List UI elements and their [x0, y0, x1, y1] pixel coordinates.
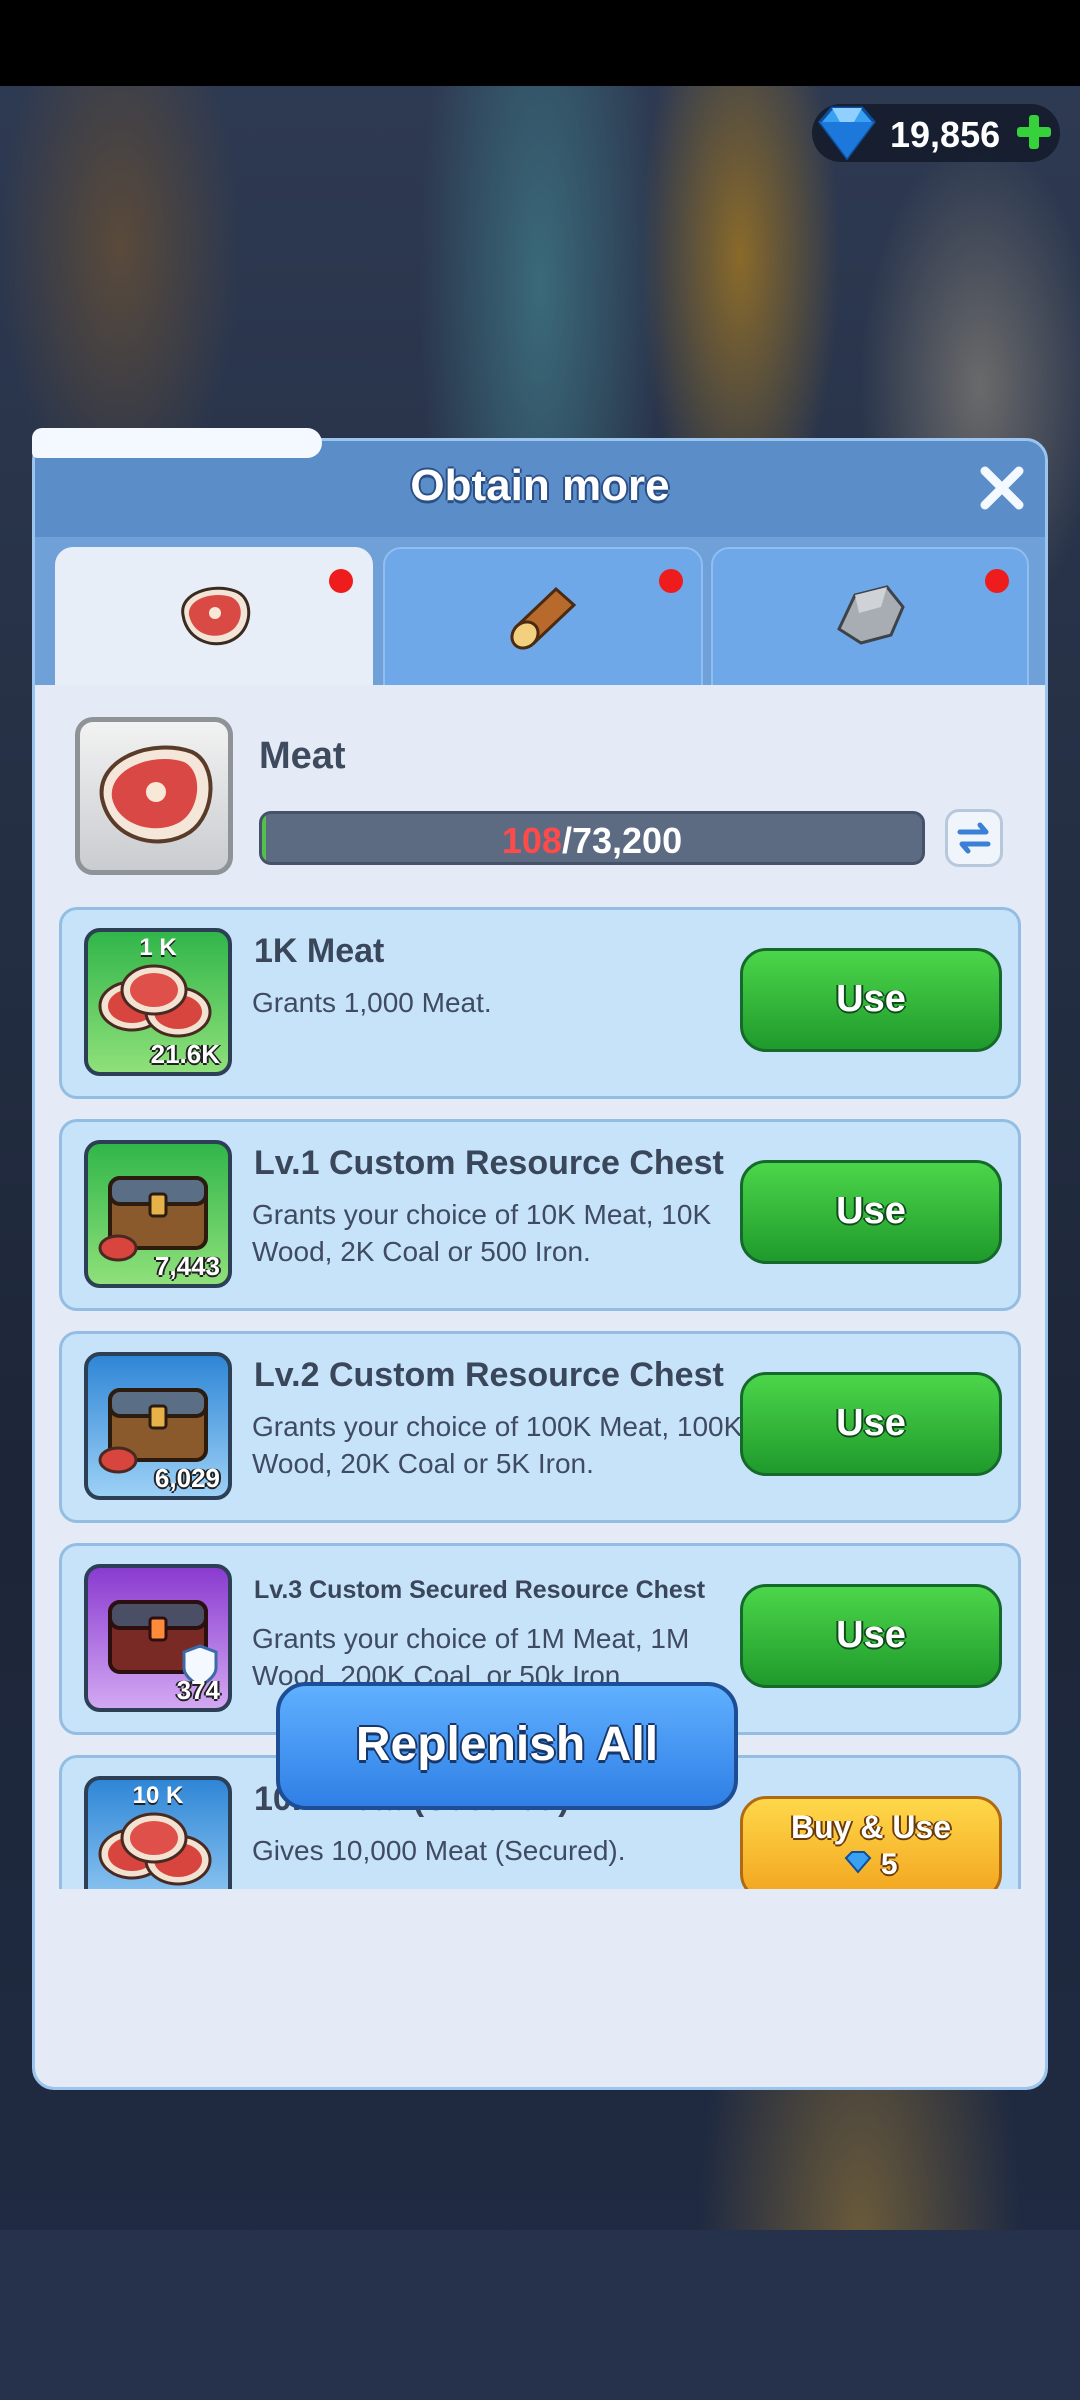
item-count: 374 [176, 1675, 220, 1705]
wood-icon [510, 586, 577, 650]
meat-icon [181, 586, 251, 646]
item-title: Lv.1 Custom Resource Chest [254, 1144, 724, 1182]
resource-progress-bar: 108/73,200 [259, 811, 925, 865]
buy-cost: 5 [743, 1848, 999, 1882]
buy-and-use-button[interactable]: Buy & Use 5 [740, 1796, 1002, 1889]
use-button[interactable]: Use [740, 948, 1002, 1052]
progress-max: 73,200 [571, 820, 683, 861]
meat-icon [99, 745, 213, 844]
item-count: 21.6K [150, 1039, 220, 1069]
gem-balance: 19,856 [812, 104, 1060, 162]
progress-text: 108/73,200 [262, 820, 922, 862]
item-thumbnail: 6,029 [84, 1352, 232, 1500]
list-item: 6,029 Lv.2 Custom Resource Chest Grants … [59, 1331, 1021, 1523]
item-title: Lv.2 Custom Resource Chest [254, 1356, 724, 1394]
gem-icon [818, 106, 876, 161]
close-icon[interactable] [975, 461, 1029, 515]
use-button[interactable]: Use [740, 1372, 1002, 1476]
dialog-title: Obtain more [410, 461, 670, 510]
notification-dot [985, 569, 1009, 593]
resource-thumbnail [75, 717, 233, 875]
stone-icon [837, 585, 905, 645]
use-button[interactable]: Use [740, 1584, 1002, 1688]
gem-count: 19,856 [890, 114, 1001, 155]
status-bar [0, 0, 1080, 86]
swap-icon [957, 822, 991, 854]
snow-decoration [32, 428, 322, 458]
item-description: Grants your choice of 10K Meat, 10K Wood… [252, 1199, 712, 1267]
tab-meat[interactable] [55, 547, 373, 699]
item-thumb-label: 1 K [139, 934, 177, 961]
progress-current: 108 [501, 820, 562, 861]
swap-button[interactable] [945, 809, 1003, 867]
item-thumbnail: 374 [84, 1564, 232, 1712]
tab-wood[interactable] [383, 547, 703, 687]
item-title: Lv.3 Custom Secured Resource Chest [254, 1576, 706, 1604]
dialog-content: Meat 108/73,200 1 K 21.6K 1K Meat Grants… [35, 685, 1045, 2087]
use-button[interactable]: Use [740, 1160, 1002, 1264]
list-item: 1 K 21.6K 1K Meat Grants 1,000 Meat. Use [59, 907, 1021, 1099]
obtain-more-dialog: Obtain more Meat 108/73,200 1 K 21.6K 1K… [32, 438, 1048, 2090]
bottom-nav-dimmed [0, 2230, 1080, 2400]
list-item: 7,443 Lv.1 Custom Resource Chest Grants … [59, 1119, 1021, 1311]
buy-button-label: Buy & Use [790, 1809, 952, 1845]
item-thumb-label: 10 K [132, 1782, 184, 1809]
plus-icon[interactable] [1014, 112, 1054, 152]
item-count: 6,029 [154, 1463, 220, 1493]
buy-cost-value: 5 [880, 1848, 898, 1881]
gem-icon [845, 1851, 872, 1874]
item-title: 1K Meat [254, 932, 385, 970]
notification-dot [329, 569, 353, 593]
item-thumbnail: 10 K [84, 1776, 232, 1889]
item-thumbnail: 1 K 21.6K [84, 928, 232, 1076]
notification-dot [659, 569, 683, 593]
item-description: Grants your choice of 100K Meat, 100K Wo… [252, 1411, 743, 1479]
progress-separator: / [561, 820, 572, 861]
item-description: Grants 1,000 Meat. [252, 987, 492, 1018]
resource-name: Meat [259, 735, 346, 777]
tab-stone[interactable] [711, 547, 1029, 687]
item-thumbnail: 7,443 [84, 1140, 232, 1288]
replenish-all-button[interactable]: Replenish All [276, 1682, 738, 1810]
item-description: Gives 10,000 Meat (Secured). [252, 1835, 626, 1866]
item-count: 7,443 [154, 1251, 220, 1281]
